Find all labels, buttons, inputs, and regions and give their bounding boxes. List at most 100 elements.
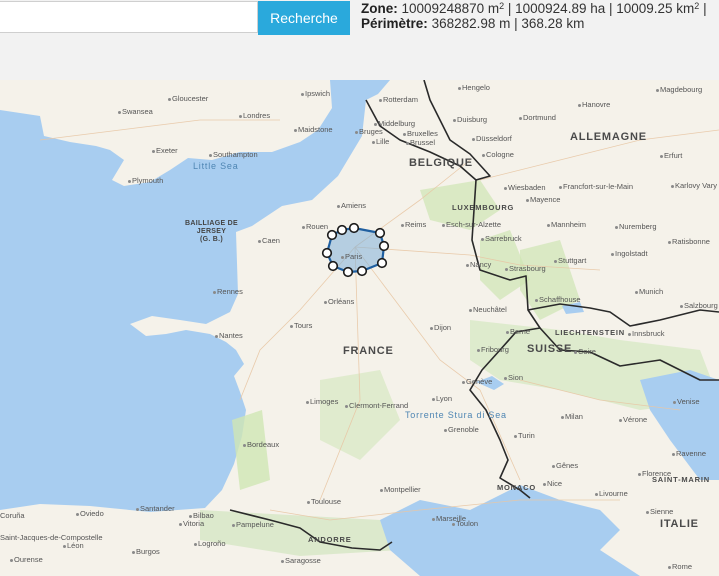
polygon-vertex-handle[interactable] — [376, 257, 388, 269]
city-marker — [430, 327, 433, 330]
city-label: Berne — [510, 327, 531, 336]
polygon-vertex-handle[interactable] — [374, 227, 386, 239]
city-marker — [432, 518, 435, 521]
perimeter-label: Périmètre: — [361, 16, 428, 31]
city-marker — [514, 435, 517, 438]
city-marker — [672, 453, 675, 456]
city-marker — [638, 473, 641, 476]
city-marker — [452, 523, 455, 526]
city-marker — [215, 335, 218, 338]
city-marker — [444, 429, 447, 432]
city-marker — [432, 398, 435, 401]
city-label: Pampelune — [236, 520, 274, 529]
polygon-vertex-handle[interactable] — [378, 240, 390, 252]
city-marker — [574, 351, 577, 354]
perimeter-line: Périmètre: 368282.98 m | 368.28 km — [361, 16, 707, 31]
city-marker — [505, 268, 508, 271]
city-marker — [63, 545, 66, 548]
city-label: Coruña — [0, 511, 25, 520]
city-label: Orléans — [328, 297, 355, 306]
city-marker — [243, 444, 246, 447]
city-label: Gênes — [556, 461, 579, 470]
city-label: Mannheim — [551, 220, 587, 229]
city-marker — [258, 240, 261, 243]
top-bar: Recherche Zone: 10009248870 m2 | 1000924… — [0, 0, 719, 80]
city-marker — [301, 93, 304, 96]
polygon-vertex-handle[interactable] — [348, 222, 360, 234]
city-label: Cologne — [486, 150, 514, 159]
city-marker — [578, 104, 581, 107]
city-label: Strasbourg — [509, 264, 546, 273]
city-marker — [554, 260, 557, 263]
perimeter-value: 368282.98 m | 368.28 km — [431, 16, 585, 31]
city-label: Burgos — [136, 547, 160, 556]
city-marker — [403, 133, 406, 136]
city-label: Tours — [294, 321, 313, 330]
city-label: Rouen — [306, 222, 329, 231]
city-label: Bordeaux — [247, 440, 280, 449]
city-label: Lille — [376, 137, 390, 146]
polygon-vertex-handle[interactable] — [327, 260, 339, 272]
city-marker — [306, 401, 309, 404]
city-marker — [481, 238, 484, 241]
city-marker — [239, 115, 242, 118]
city-label: Maidstone — [298, 125, 333, 134]
zone-label: Zone: — [361, 1, 398, 16]
country-label-suisse: SUISSE — [527, 343, 573, 355]
city-marker — [294, 129, 297, 132]
city-marker — [209, 154, 212, 157]
city-marker — [660, 155, 663, 158]
city-label: Nice — [547, 479, 563, 488]
city-label: Bruges — [359, 127, 383, 136]
city-label: Toulon — [456, 519, 479, 528]
city-marker — [680, 305, 683, 308]
map-view[interactable]: Ipswich Rotterdam Hengelo Hanovre Magdebourg… — [0, 80, 719, 576]
country-label-saint-marin: SAINT-MARIN — [652, 475, 710, 484]
city-label: Ipswich — [305, 89, 331, 98]
city-marker — [213, 291, 216, 294]
city-label: Reims — [405, 220, 427, 229]
city-marker — [194, 543, 197, 546]
city-marker — [458, 87, 461, 90]
country-label-allemagne: ALLEMAGNE — [570, 131, 647, 143]
city-label: Hanovre — [582, 100, 611, 109]
polygon-vertex-handle[interactable] — [342, 266, 354, 278]
city-label: Francfort-sur-le-Main — [563, 182, 634, 191]
city-marker — [118, 111, 121, 114]
polygon-vertex-handle[interactable] — [321, 247, 333, 259]
city-label: Nancy — [470, 260, 492, 269]
polygon-vertex-handle[interactable] — [336, 224, 348, 236]
city-marker — [656, 89, 659, 92]
city-label: Magdebourg — [660, 85, 703, 94]
city-marker — [372, 141, 375, 144]
city-label: Sienne — [650, 507, 674, 516]
region-label-bailliage: BAILLIAGE DE JERSEY (G. B.) — [185, 220, 238, 243]
sea-label-little-sea: Little Sea — [193, 161, 239, 171]
city-label: Turin — [518, 431, 535, 440]
search-input[interactable] — [0, 1, 258, 33]
city-label: Amiens — [341, 201, 367, 210]
city-marker — [132, 551, 135, 554]
search-button[interactable]: Recherche — [258, 1, 350, 35]
city-marker — [290, 325, 293, 328]
city-label: Swansea — [122, 107, 153, 116]
city-marker — [136, 508, 139, 511]
city-marker — [341, 256, 344, 259]
city-label: Stuttgart — [558, 256, 587, 265]
country-label-belgique: BELGIQUE — [409, 157, 473, 169]
city-label: Limoges — [310, 397, 339, 406]
city-label: Nantes — [219, 331, 243, 340]
city-marker — [307, 501, 310, 504]
city-label: Logroño — [198, 539, 226, 548]
city-marker — [179, 523, 182, 526]
city-label: Léon — [67, 541, 84, 550]
city-label: Saint-Jacques-de-Compostelle — [0, 533, 103, 542]
polygon-vertex-handle[interactable] — [326, 229, 338, 241]
city-marker — [477, 349, 480, 352]
city-marker — [76, 513, 79, 516]
city-marker — [635, 291, 638, 294]
polygon-vertex-handle[interactable] — [356, 265, 368, 277]
city-marker — [189, 515, 192, 518]
country-label-monaco: MONACO — [497, 483, 536, 492]
city-label: Esch-sur-Alzette — [446, 220, 502, 229]
